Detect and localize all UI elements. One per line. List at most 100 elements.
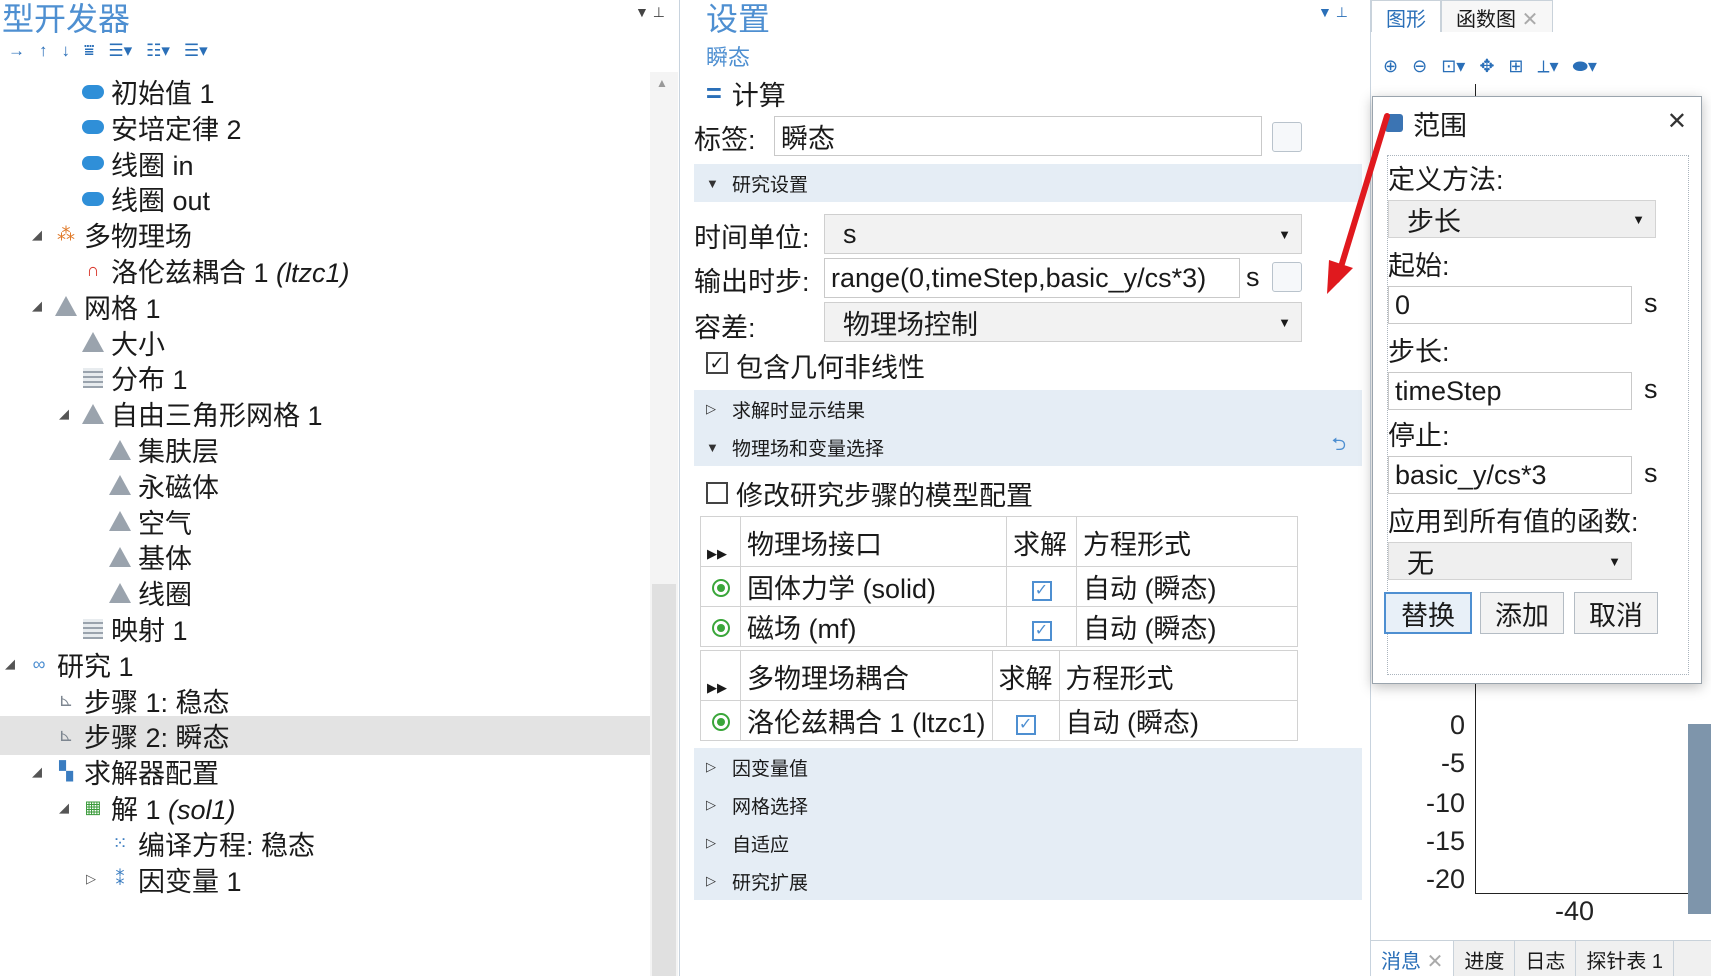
- tree-item[interactable]: ◢ ⁂ 多物理场: [0, 215, 650, 254]
- replace-button[interactable]: 替换: [1384, 592, 1472, 634]
- method-select[interactable]: 步长 ▼: [1388, 200, 1656, 238]
- reset-icon[interactable]: ⮌: [1332, 432, 1346, 462]
- tab-progress[interactable]: 进度: [1454, 941, 1516, 976]
- solve-checkbox[interactable]: ✓: [1031, 621, 1052, 641]
- tab-log[interactable]: 日志: [1515, 941, 1577, 976]
- arrow-right-icon[interactable]: →: [4, 41, 29, 61]
- pin-icon[interactable]: ⊥: [1336, 4, 1348, 20]
- close-icon[interactable]: ✕: [1522, 9, 1539, 31]
- active-radio-icon[interactable]: [711, 618, 730, 637]
- collapse-toggle-icon[interactable]: ◢: [57, 800, 71, 816]
- pane-menu-icon[interactable]: ▼: [1318, 4, 1332, 20]
- geom-nonlinearity-label: 包含几何非线性: [736, 353, 925, 383]
- tree-scrollbar[interactable]: ▲: [650, 72, 678, 976]
- table-row[interactable]: 洛伦兹耦合 1 (ltzc1) ✓ 自动 (瞬态): [700, 700, 1299, 741]
- section-mesh-selection[interactable]: ▷ 网格选择: [694, 786, 1362, 824]
- cancel-button[interactable]: 取消: [1574, 592, 1658, 634]
- label-options-icon[interactable]: [1272, 122, 1302, 152]
- pin-icon[interactable]: ⊥: [653, 4, 665, 20]
- tree-item[interactable]: ∩ 洛伦兹耦合 1 (ltzc1): [0, 251, 650, 290]
- tree-item[interactable]: 映射 1: [0, 609, 650, 648]
- more-options-icon[interactable]: ☰▾: [180, 41, 212, 61]
- time-unit-select[interactable]: s ▼: [824, 214, 1302, 254]
- stop-input[interactable]: basic_y/cs*3: [1388, 456, 1632, 494]
- tree-item[interactable]: ⊾ 步骤 1: 稳态: [0, 681, 650, 720]
- tolerance-select[interactable]: 物理场控制 ▼: [824, 302, 1302, 342]
- fast-forward-icon[interactable]: ▶▶: [700, 650, 741, 701]
- section-physics-selection[interactable]: ▼ 物理场和变量选择 ⮌: [694, 428, 1362, 466]
- axes-icon[interactable]: ⟂▾: [1538, 56, 1559, 77]
- zoom-extents-icon[interactable]: ⊞: [1508, 56, 1523, 77]
- table-row[interactable]: 磁场 (mf) ✓ 自动 (瞬态): [700, 606, 1298, 647]
- tree-item[interactable]: ⁙ 编译方程: 稳态: [0, 824, 650, 863]
- time-unit-caption: 时间单位:: [694, 223, 810, 253]
- collapse-toggle-icon[interactable]: ◢: [30, 298, 44, 314]
- solve-checkbox[interactable]: ✓: [1015, 715, 1036, 735]
- tree-item[interactable]: ◢ 网格 1: [0, 287, 650, 326]
- start-input[interactable]: 0: [1388, 286, 1632, 324]
- tree-item-tag: (ltzc1): [268, 258, 350, 288]
- step-input[interactable]: timeStep: [1388, 372, 1632, 410]
- function-select[interactable]: 无 ▼: [1388, 542, 1632, 580]
- add-button[interactable]: 添加: [1480, 592, 1564, 634]
- expand-toggle-icon[interactable]: ▷: [84, 871, 98, 887]
- collapse-toggle-icon[interactable]: ◢: [3, 656, 17, 672]
- fast-forward-icon[interactable]: ▶▶: [700, 516, 741, 567]
- pane-menu-icon[interactable]: ▼: [635, 4, 649, 20]
- section-adaptation[interactable]: ▷ 自适应: [694, 824, 1362, 862]
- expand-all-icon[interactable]: ☷▾: [142, 41, 174, 61]
- section-dependent-values[interactable]: ▷ 因变量值: [694, 748, 1362, 786]
- arrow-down-icon[interactable]: ↓: [58, 41, 75, 61]
- tree-item[interactable]: 基体: [0, 537, 650, 576]
- arrow-up-icon[interactable]: ↑: [35, 41, 52, 61]
- zoom-in-icon[interactable]: ⊕: [1383, 56, 1398, 77]
- section-results-while-solving[interactable]: ▷ 求解时显示结果: [694, 390, 1362, 428]
- tree-item[interactable]: ⊾ 步骤 2: 瞬态: [0, 716, 650, 756]
- tree-item[interactable]: 集肤层: [0, 430, 650, 469]
- tab-probe-table[interactable]: 探针表 1: [1576, 941, 1675, 976]
- tree-item-label: 分布 1: [111, 365, 188, 396]
- tree-item[interactable]: 安培定律 2: [0, 108, 650, 147]
- tree-item[interactable]: ◢ ∞ 研究 1: [0, 645, 650, 684]
- tree-item[interactable]: 分布 1: [0, 358, 650, 397]
- scrollbar-thumb[interactable]: [652, 584, 676, 976]
- zoom-box-icon[interactable]: ⊡▾: [1441, 56, 1465, 77]
- collapse-toggle-icon[interactable]: ◢: [30, 764, 44, 780]
- modify-config-checkbox[interactable]: [706, 482, 728, 504]
- range-icon[interactable]: [1272, 262, 1302, 292]
- tree-item[interactable]: ◢ 自由三角形网格 1: [0, 394, 650, 433]
- zoom-out-icon[interactable]: ⊖: [1412, 56, 1427, 77]
- close-icon[interactable]: ✕: [1427, 951, 1444, 973]
- section-study-extensions[interactable]: ▷ 研究扩展: [694, 862, 1362, 900]
- tree-item[interactable]: 初始值 1: [0, 72, 650, 111]
- move-icon[interactable]: ✥: [1479, 56, 1494, 77]
- show-icon[interactable]: ⩸: [80, 41, 98, 61]
- collapse-toggle-icon[interactable]: ◢: [57, 406, 71, 422]
- collapse-toggle-icon[interactable]: ◢: [30, 227, 44, 243]
- tree-item[interactable]: ◢ ▦ 解 1 (sol1): [0, 788, 650, 827]
- tree-item[interactable]: ◢ ▚ 求解器配置: [0, 752, 650, 791]
- tree-item[interactable]: 永磁体: [0, 466, 650, 505]
- output-times-input[interactable]: range(0,timeStep,basic_y/cs*3): [824, 258, 1240, 298]
- close-icon[interactable]: ✕: [1667, 107, 1687, 136]
- active-radio-icon[interactable]: [711, 578, 730, 597]
- table-row[interactable]: 固体力学 (solid) ✓ 自动 (瞬态): [700, 566, 1298, 607]
- scroll-up-icon[interactable]: ▲: [656, 76, 668, 90]
- tree-item[interactable]: 空气: [0, 502, 650, 541]
- tree-item[interactable]: 线圈: [0, 573, 650, 612]
- tab-messages[interactable]: 消息 ✕: [1371, 941, 1455, 976]
- tree-item[interactable]: 线圈 in: [0, 144, 650, 183]
- solve-checkbox[interactable]: ✓: [1031, 581, 1052, 601]
- tree-item[interactable]: 大小: [0, 323, 650, 362]
- section-study-settings[interactable]: ▼ 研究设置: [694, 164, 1362, 202]
- compute-button[interactable]: = 计算: [706, 74, 786, 113]
- render-icon[interactable]: ⬬▾: [1573, 56, 1597, 77]
- tab-graphics[interactable]: 图形: [1371, 0, 1441, 32]
- tab-function-plot[interactable]: 函数图 ✕: [1441, 0, 1554, 32]
- tree-item[interactable]: 线圈 out: [0, 179, 650, 218]
- collapse-all-icon[interactable]: ☰▾: [104, 41, 136, 61]
- tree-item[interactable]: ▷ ⁑ 因变量 1: [0, 860, 650, 899]
- active-radio-icon[interactable]: [711, 712, 730, 731]
- label-input[interactable]: 瞬态: [774, 116, 1262, 156]
- geom-nonlinearity-checkbox[interactable]: ✓: [706, 352, 728, 374]
